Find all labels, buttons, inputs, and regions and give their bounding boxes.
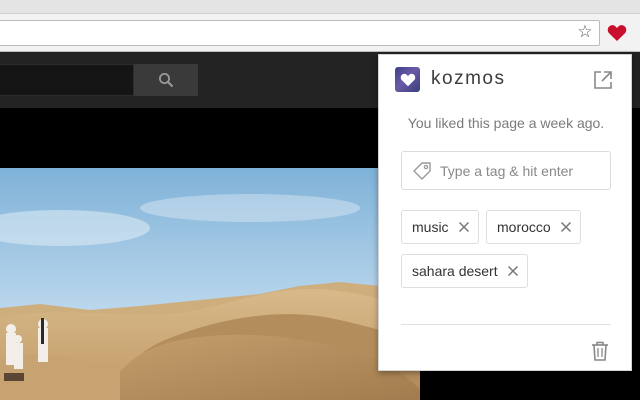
liked-status-message: You liked this page a week ago. [407,115,605,131]
kozmos-heart-logo-icon [395,67,420,92]
close-icon[interactable] [560,221,572,233]
tag-chip: morocco [486,210,581,244]
desert-video-frame [0,168,420,400]
tag-chip: sahara desert [401,254,528,288]
tag-input[interactable] [440,162,600,179]
bookmark-star-icon[interactable]: ☆ [574,20,596,44]
site-search-button[interactable] [134,64,198,96]
tag-label: music [412,219,449,235]
kozmos-extension-heart-icon[interactable] [603,20,631,46]
tag-chip: music [401,210,479,244]
popup-title: kozmos [431,68,506,89]
external-link-icon[interactable] [592,69,614,91]
tag-label: morocco [497,219,551,235]
browser-tabstrip [0,0,640,14]
tag-input-field[interactable] [401,151,611,190]
close-icon[interactable] [458,221,470,233]
tag-icon [413,161,431,180]
divider [401,324,611,325]
close-icon[interactable] [507,265,519,277]
magnifier-icon [159,73,174,88]
tag-label: sahara desert [412,263,498,279]
address-bar[interactable] [0,20,600,46]
browser-toolbar: ☆ [0,14,640,52]
trash-icon[interactable] [590,340,610,362]
kozmos-popup: kozmos You liked this page a week ago. m… [378,54,632,371]
site-search-input[interactable] [0,64,134,96]
